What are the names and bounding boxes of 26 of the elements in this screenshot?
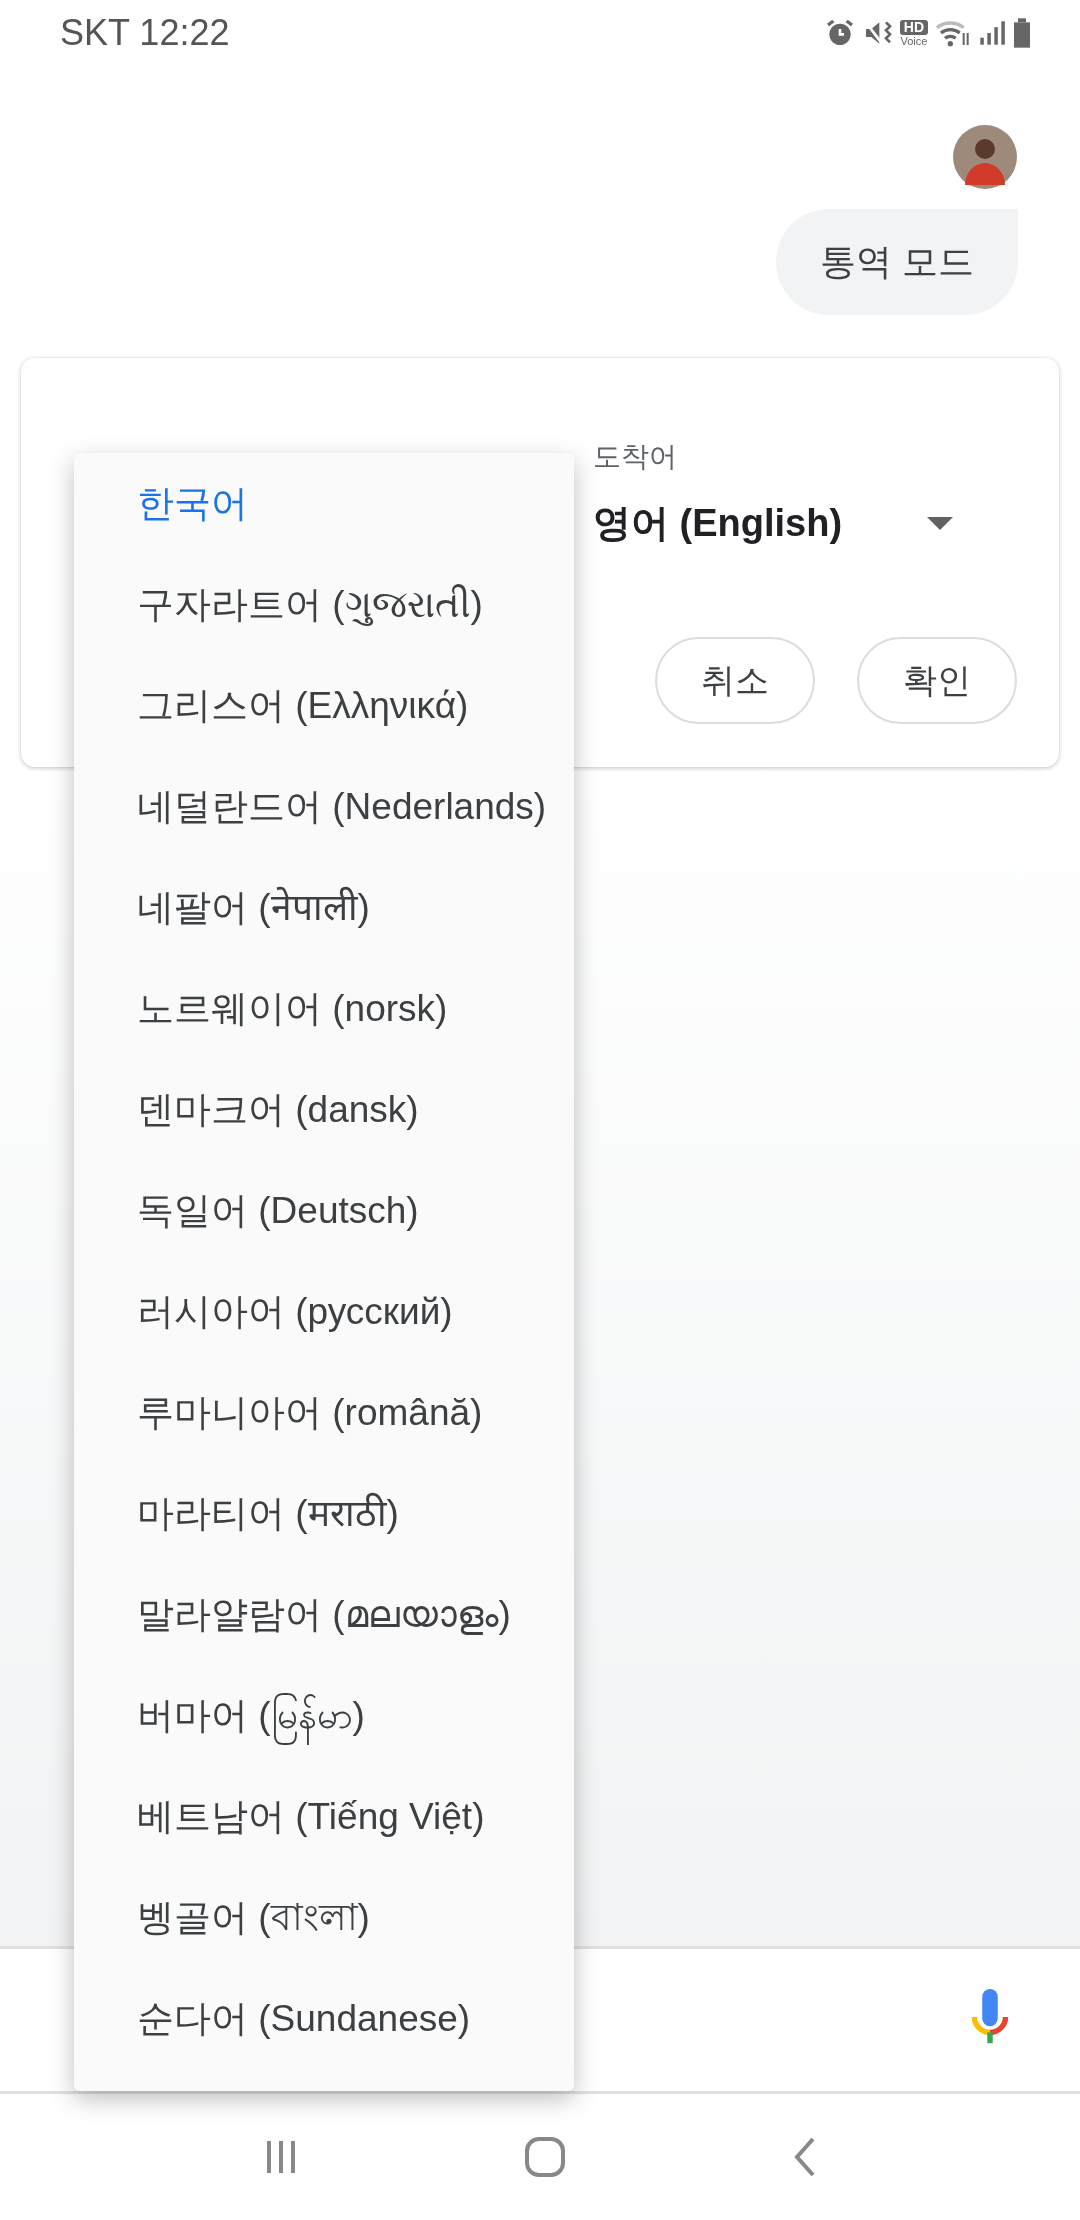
language-option[interactable]: 말라얄람어 (മലയാളം) (74, 1564, 574, 1665)
language-option[interactable]: 독일어 (Deutsch) (74, 1160, 574, 1261)
language-option[interactable]: 루마니아어 (română) (74, 1362, 574, 1463)
dialog-button[interactable]: 취소 (655, 637, 815, 724)
language-option[interactable]: 노르웨이어 (norsk) (74, 958, 574, 1059)
dialog-button[interactable]: 확인 (857, 637, 1017, 724)
target-language-dropdown[interactable]: 영어 (English) (593, 498, 977, 549)
language-option[interactable]: 버마어 (မြန်မာ) (74, 1665, 574, 1766)
status-time: SKT 12:22 (60, 12, 230, 54)
language-option[interactable]: 베트남어 (Tiếng Việt) (74, 1766, 574, 1867)
language-option[interactable]: 구자라트어 (ગુજરાતી) (74, 554, 574, 655)
language-option[interactable]: 순다어 (Sundanese) (74, 1968, 574, 2069)
home-icon[interactable] (523, 2135, 567, 2179)
language-option[interactable]: 벵골어 (বাংলা) (74, 1867, 574, 1968)
language-option[interactable]: 마라티어 (मराठी) (74, 1463, 574, 1564)
battery-icon (1012, 17, 1032, 49)
message-bubble: 통역 모드 (776, 209, 1018, 315)
language-option[interactable]: 한국어 (74, 453, 574, 554)
target-language-label: 도착어 (593, 440, 677, 474)
language-option[interactable]: 네팔어 (नेपाली) (74, 857, 574, 958)
language-option[interactable]: 러시아어 (русский) (74, 1261, 574, 1362)
language-option[interactable]: 네덜란드어 (Nederlands) (74, 756, 574, 857)
language-option[interactable]: 덴마크어 (dansk) (74, 1059, 574, 1160)
dropdown-caret-icon (927, 517, 953, 530)
avatar-icon (953, 125, 1017, 189)
language-option[interactable]: 그리스어 (Ελληνικά) (74, 655, 574, 756)
